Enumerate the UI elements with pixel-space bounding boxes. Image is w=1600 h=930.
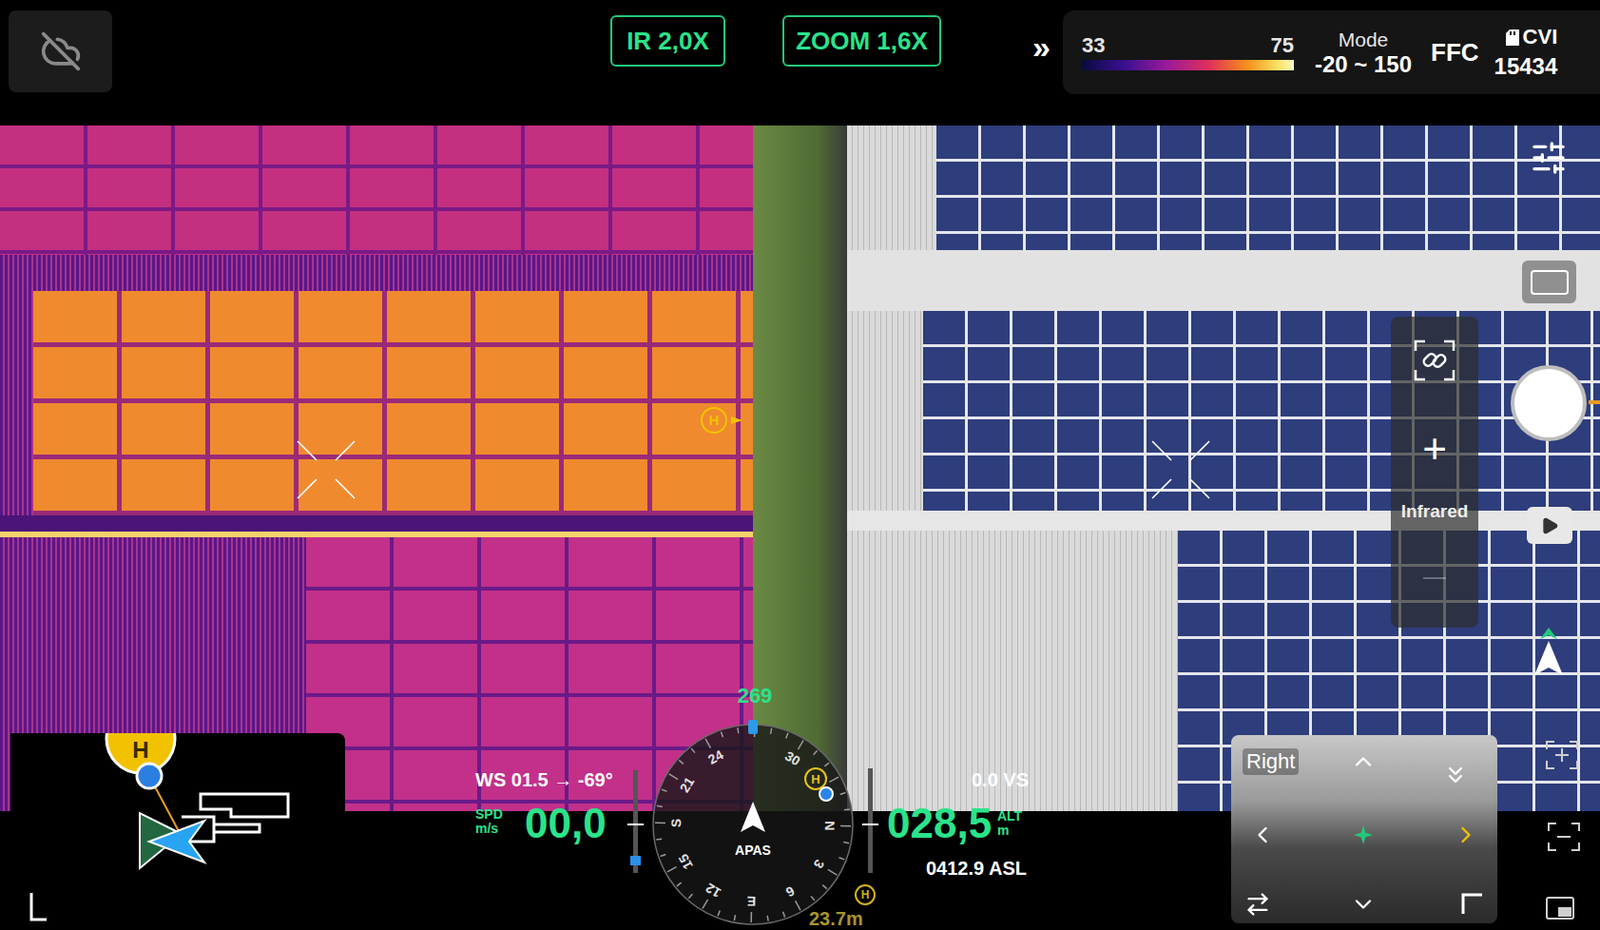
speed-label: SPDm/s [475,807,503,836]
aircraft-heading-icon [1530,627,1567,679]
layout-icon [1530,269,1569,295]
remote-dot-icon [819,787,833,801]
cloud-sync-button[interactable] [8,10,113,93]
pan-right-icon[interactable] [1452,821,1480,849]
compass-mark: 21 [676,773,698,795]
compass: N 36 E 12 15 S 21 24 30 H APAS [638,710,868,930]
expand-button[interactable]: » [1032,30,1051,63]
svg-text:APAS: APAS [734,842,772,858]
aircraft-icon [740,801,766,832]
ffc-button[interactable]: FFC [1430,39,1480,65]
mini-map[interactable]: H [10,732,346,930]
shutter-button[interactable] [1510,365,1587,442]
drone-camera-screen: IR 2,0X ZOOM 1,6X » 33 75 Mode-20 ~ 150 FFC CVI… [0,0,1600,930]
play-icon [1540,516,1560,536]
zoom-in-map-icon[interactable] [1544,739,1580,771]
heading-readout: 269 [730,683,780,709]
home-distance-readout: 23.7m [809,907,864,929]
aircraft-position-icon [149,820,205,863]
camera-views [0,125,1600,811]
palette-bar [1081,59,1294,71]
wind-readout: WS 01.5 → -69° [475,768,614,791]
switch-view-icon[interactable] [1244,890,1272,918]
home-marker-icon: H [805,768,827,790]
tilt-up-icon[interactable] [1349,748,1377,775]
cloud-off-icon [39,30,82,73]
compass-mark: 6 [783,883,798,901]
map-layer-icon[interactable] [1544,895,1576,921]
top-bar: IR 2,0X ZOOM 1,6X » 33 75 Mode-20 ~ 150 FFC CVI… [0,0,1600,126]
zoom-button[interactable]: ZOOM 1,6X [782,15,942,67]
compass-mark: 12 [702,879,724,901]
zoom-in-button[interactable]: + [1390,403,1479,495]
mode-selector[interactable]: Mode-20 ~ 150 [1305,29,1422,77]
zoom-out-map-icon[interactable] [1546,821,1581,852]
vertical-speed-readout: 0.0 VS [971,768,1029,791]
svg-text:H: H [810,771,820,787]
link-focus-icon [1413,339,1456,382]
altitude-bar [867,768,873,873]
corner-expand-icon[interactable] [1459,890,1485,916]
speed-readout: 00,0 [524,802,607,845]
home-distance-marker: H [854,884,876,906]
side-view-label: Right [1242,748,1299,775]
asl-readout: 0412.9 ASL [925,856,1027,880]
thermal-settings-panel: 33 75 Mode-20 ~ 150 FFC CVI15434 [1062,10,1600,95]
compass-mark: S [668,818,684,829]
ir-zoom-button[interactable]: IR 2,0X [610,15,726,67]
palette-range[interactable]: 33 75 [1081,35,1294,71]
pan-left-icon[interactable] [1249,821,1276,849]
home-direction-icon [731,416,743,425]
compass-mark: 30 [782,748,804,770]
storage-info: CVI15434 [1494,26,1559,78]
ir-crosshair-icon [288,431,365,508]
compass-mark: 15 [674,850,696,872]
svg-text:H: H [132,736,149,763]
camera-zoom-controls: +Infrared [1390,316,1479,628]
collapse-icon[interactable] [1442,761,1469,789]
palette-max: 75 [1271,35,1294,57]
shutter-handle-icon [1588,400,1600,405]
compass-mark: N [822,820,838,830]
palette-min: 33 [1081,35,1105,57]
ir-home-marker: H [700,406,743,434]
layout-button[interactable] [1522,260,1577,304]
altitude-readout: 028,5 [886,802,992,845]
remote-position-icon [136,763,162,789]
link-focus-button[interactable] [1390,316,1479,404]
side-view-panel[interactable]: Right [1231,734,1498,924]
compass-mark: 3 [809,856,828,871]
compass-mark: 24 [705,746,727,768]
center-crosshair-icon [1353,825,1373,845]
settings-sliders-icon[interactable] [1529,138,1568,177]
visual-crosshair-icon [1142,431,1219,508]
infrared-view[interactable] [0,125,753,811]
corner-icon [31,892,47,920]
vertical-speed-marker [630,855,641,866]
tilt-down-icon[interactable] [1349,890,1377,918]
playback-button[interactable] [1526,506,1573,544]
heading-marker-icon [748,719,758,734]
minus-icon [1423,577,1446,579]
compass-mark: E [747,893,757,909]
zoom-out-button[interactable] [1390,529,1479,629]
sd-card-icon [1505,29,1520,46]
lens-label: Infrared [1401,494,1469,530]
altitude-label: ALTm [997,809,1022,838]
